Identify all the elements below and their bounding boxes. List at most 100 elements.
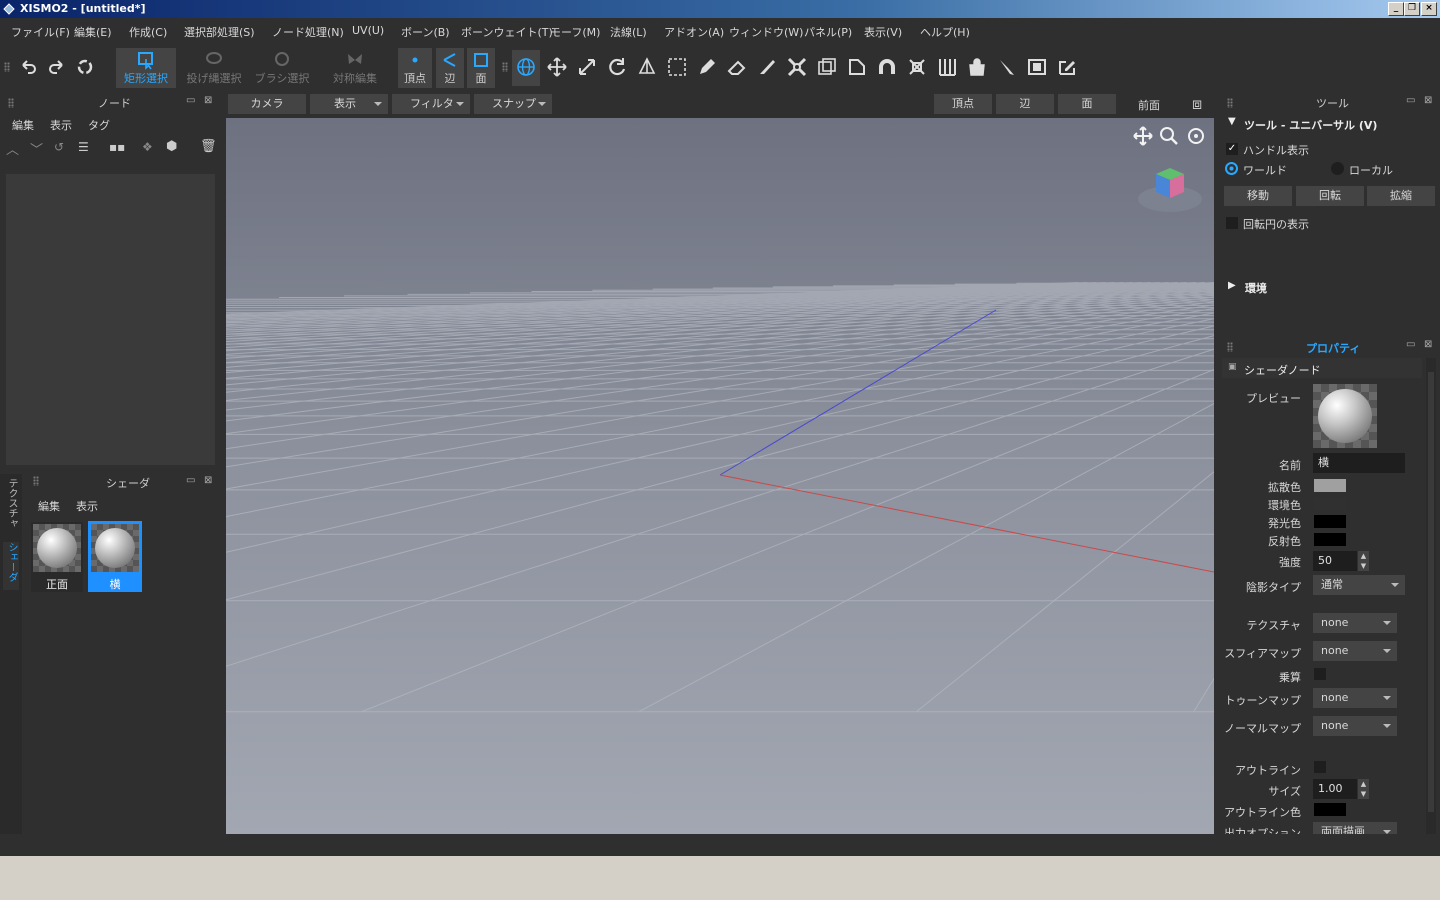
marquee-icon[interactable] <box>666 56 688 78</box>
node-menu-tag[interactable]: タグ <box>88 117 110 133</box>
grip-icon[interactable] <box>4 62 10 72</box>
grip-icon[interactable] <box>502 62 508 72</box>
filter-menu[interactable]: フィルタ <box>392 94 470 114</box>
shader-menu-view[interactable]: 表示 <box>76 498 98 514</box>
move-down-icon[interactable]: ﹀ <box>30 139 43 158</box>
texture-select[interactable]: none <box>1313 613 1397 633</box>
collapse-icon[interactable]: ▣ <box>1228 362 1237 372</box>
display-menu[interactable]: 表示 <box>310 94 388 114</box>
filmstrip-icon[interactable] <box>1026 56 1048 78</box>
grip-icon[interactable] <box>8 98 14 108</box>
close-button[interactable]: × <box>1421 2 1437 16</box>
rotation-circle-checkbox[interactable] <box>1226 217 1238 229</box>
symmetric-edit-button[interactable]: 対称編集 <box>328 48 382 88</box>
box-icon[interactable] <box>816 56 838 78</box>
panel-float-icon[interactable]: ▭ <box>1406 339 1415 350</box>
node-tree[interactable] <box>6 174 215 465</box>
rotate-icon[interactable] <box>606 56 628 78</box>
arch-icon[interactable] <box>876 56 898 78</box>
multiply-checkbox[interactable] <box>1314 668 1326 680</box>
menu-create[interactable]: 作成(C) <box>129 24 167 40</box>
menu-node[interactable]: ノード処理(N) <box>272 24 344 40</box>
scale-button[interactable]: 拡縮 <box>1367 186 1435 206</box>
node-menu-view[interactable]: 表示 <box>50 117 72 133</box>
scale-icon[interactable] <box>576 56 598 78</box>
menu-file[interactable]: ファイル(F) <box>11 24 70 40</box>
shader-menu-edit[interactable]: 編集 <box>38 498 60 514</box>
panel-float-icon[interactable]: ▭ <box>1406 95 1415 106</box>
size-input[interactable]: 1.00 <box>1313 779 1357 799</box>
vertex-display-toggle[interactable]: 頂点 <box>934 94 992 114</box>
face-mode-button[interactable]: 面 <box>467 48 495 88</box>
face-display-toggle[interactable]: 面 <box>1058 94 1116 114</box>
menu-selection[interactable]: 選択部処理(S) <box>184 24 255 40</box>
sphere-map-select[interactable]: none <box>1313 641 1397 661</box>
recycle-icon[interactable] <box>74 56 96 78</box>
strength-spinner[interactable]: ▲ ▼ <box>1358 551 1369 571</box>
panel-close-icon[interactable]: ⊠ <box>204 475 212 486</box>
edge-display-toggle[interactable]: 辺 <box>996 94 1054 114</box>
menu-uv[interactable]: UV(U) <box>352 24 384 37</box>
node-menu-edit[interactable]: 編集 <box>12 117 34 133</box>
diffuse-color-swatch[interactable] <box>1314 479 1346 492</box>
menu-edit[interactable]: 編集(E) <box>74 24 112 40</box>
cube-icon[interactable]: ⬢ <box>166 139 177 154</box>
menu-panel[interactable]: パネル(P) <box>804 24 852 40</box>
move-icon[interactable] <box>546 56 568 78</box>
loop-cut-icon[interactable] <box>936 56 958 78</box>
tool-section-title[interactable]: ツール - ユニバーサル (V) <box>1244 117 1377 133</box>
shade-type-select[interactable]: 通常 <box>1313 575 1405 595</box>
menu-morph[interactable]: モーフ(M) <box>550 24 600 40</box>
shader-item-selected[interactable]: 横 <box>88 521 142 592</box>
tab-texture[interactable]: テクスチャ <box>3 478 19 538</box>
normal-map-select[interactable]: none <box>1313 716 1397 736</box>
world-radio[interactable] <box>1225 162 1238 175</box>
panel-close-icon[interactable]: ⊠ <box>1424 339 1432 350</box>
menu-help[interactable]: ヘルプ(H) <box>920 24 970 40</box>
grip-icon[interactable] <box>33 476 39 486</box>
strength-input[interactable]: 50 <box>1313 551 1357 571</box>
pencil-icon[interactable] <box>696 56 718 78</box>
weld-icon[interactable] <box>786 56 808 78</box>
emissive-color-swatch[interactable] <box>1314 515 1346 528</box>
extrude-icon[interactable] <box>906 56 928 78</box>
ambient-color-swatch[interactable] <box>1314 497 1346 510</box>
move-button[interactable]: 移動 <box>1224 186 1292 206</box>
redo-icon[interactable] <box>46 56 68 78</box>
property-scrollbar[interactable] <box>1426 358 1436 834</box>
scroll-thumb[interactable] <box>1428 372 1434 812</box>
toon-map-select[interactable]: none <box>1313 688 1397 708</box>
menu-bone[interactable]: ボーン(B) <box>401 24 450 40</box>
specular-color-swatch[interactable] <box>1314 533 1346 546</box>
grip-icon[interactable] <box>1227 98 1233 108</box>
menu-addon[interactable]: アドオン(A) <box>664 24 724 40</box>
local-radio[interactable] <box>1331 162 1344 175</box>
panel-float-icon[interactable]: ▭ <box>186 95 195 106</box>
zoom-icon[interactable] <box>1158 125 1180 147</box>
menu-window[interactable]: ウィンドウ(W) <box>729 24 803 40</box>
environment-section[interactable]: 環境 <box>1245 280 1267 296</box>
undo-icon[interactable] <box>17 56 39 78</box>
rotate-button[interactable]: 回転 <box>1296 186 1364 206</box>
brush-icon[interactable] <box>996 56 1018 78</box>
minimize-button[interactable]: _ <box>1388 2 1404 16</box>
expand-down-icon[interactable]: ▼ <box>1228 116 1236 127</box>
expand-right-icon[interactable]: ▶ <box>1228 280 1236 291</box>
lasso-select-button[interactable]: 投げ縄選択 <box>184 48 244 88</box>
view-direction-label[interactable]: 前面 <box>1138 97 1160 113</box>
view-cube[interactable] <box>1136 164 1204 214</box>
outline-color-swatch[interactable] <box>1314 803 1346 816</box>
name-input[interactable]: 横 <box>1313 453 1405 473</box>
edit-shape-icon[interactable] <box>1056 56 1078 78</box>
pan-icon[interactable] <box>1132 125 1154 147</box>
brush-select-button[interactable]: ブラシ選択 <box>254 48 310 88</box>
panel-close-icon[interactable]: ⊠ <box>204 95 212 106</box>
menu-bone-weight[interactable]: ボーンウェイト(T) <box>461 24 553 40</box>
outline-checkbox[interactable] <box>1314 761 1326 773</box>
restore-button[interactable]: ❐ <box>1404 2 1420 16</box>
tab-shader[interactable]: シェーダ <box>3 542 19 590</box>
link-icon[interactable]: ↺ <box>54 140 64 154</box>
orbit-icon[interactable] <box>1185 125 1207 147</box>
rect-select-button[interactable]: 矩形選択 <box>116 48 176 88</box>
viewport-3d[interactable] <box>226 118 1214 834</box>
